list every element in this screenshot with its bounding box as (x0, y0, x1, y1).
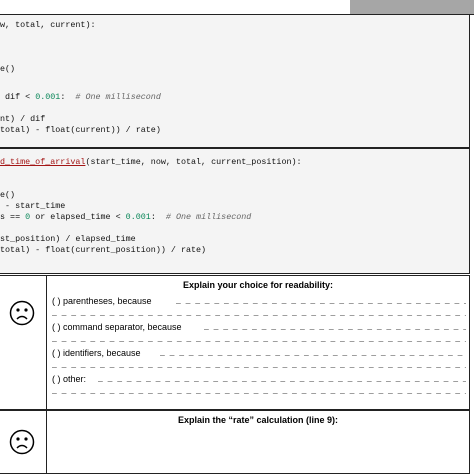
option-label: ( ) other: (52, 374, 87, 384)
code-line: - start_time (0, 201, 66, 211)
code-block-1: w, total, current): e() dif < 0.001: # O… (0, 14, 470, 148)
option-identifiers[interactable]: ( ) identifiers, because (52, 348, 141, 358)
answer-area[interactable] (52, 429, 462, 471)
code-line: d_time_of_arrival(start_time, now, total… (0, 157, 302, 168)
code-text: total) - (0, 125, 46, 135)
question-row-1: Explain your choice for readability: ( )… (0, 275, 470, 410)
sad-face-icon (9, 429, 35, 455)
code-block-2: d_time_of_arrival(start_time, now, total… (0, 148, 470, 274)
function-name: d_time_of_arrival (0, 157, 86, 167)
code-line: total) - float(current_position)) / rate… (0, 245, 206, 256)
question-1-heading: Explain your choice for readability: (182, 280, 334, 290)
code-text: : (150, 212, 166, 222)
code-text: dif < (0, 92, 36, 102)
code-comment: # One millisecond (165, 212, 252, 222)
answer-line[interactable]: _ _ _ _ _ _ _ _ _ _ _ _ _ _ _ _ _ _ _ _ … (176, 297, 466, 306)
answer-line[interactable]: _ _ _ _ _ _ _ _ _ _ _ _ _ _ _ _ _ _ _ _ … (52, 361, 466, 370)
option-label: ( ) identifiers, because (52, 348, 141, 358)
function-signature: (start_time, now, total, current_positio… (85, 157, 302, 167)
answer-line[interactable]: _ _ _ _ _ _ _ _ _ _ _ _ _ _ _ _ _ _ _ _ … (52, 387, 466, 396)
code-line: total) - float(current)) / rate) (0, 125, 161, 136)
option-command-separator[interactable]: ( ) command separator, because (52, 322, 182, 332)
code-number: 0.001 (35, 92, 61, 102)
answer-line[interactable]: _ _ _ _ _ _ _ _ _ _ _ _ _ _ _ _ _ _ _ _ … (160, 349, 466, 358)
code-text: nt) / dif (0, 114, 46, 124)
header-grey-cell (350, 0, 474, 14)
code-line: nt) / dif (0, 114, 45, 125)
sad-face-icon (9, 300, 35, 326)
answer-line[interactable]: _ _ _ _ _ _ _ _ _ _ _ _ _ _ _ _ _ _ _ _ … (204, 323, 466, 332)
code-builtin: float (45, 125, 71, 135)
answer-line[interactable]: _ _ _ _ _ _ _ _ _ _ _ _ _ _ _ _ _ _ _ _ … (52, 309, 466, 318)
code-builtin: float (45, 245, 71, 255)
code-text: total) - (0, 245, 46, 255)
code-line: e() (0, 190, 16, 200)
code-line: w, total, current): (0, 20, 96, 30)
option-parentheses[interactable]: ( ) parentheses, because (52, 296, 152, 306)
code-text: (current_position)) / rate) (70, 245, 207, 255)
option-label: ( ) parentheses, because (52, 296, 152, 306)
header-bar (0, 0, 474, 15)
code-comment: # One millisecond (75, 92, 161, 102)
option-other[interactable]: ( ) other: (52, 374, 86, 384)
question-row-2: Explain the “rate” calculation (line 9): (0, 410, 470, 474)
face-cell (0, 411, 47, 473)
option-label: ( ) command separator, because (52, 322, 182, 332)
answer-line[interactable]: _ _ _ _ _ _ _ _ _ _ _ _ _ _ _ _ _ _ _ _ … (98, 375, 466, 384)
question-2-heading: Explain the “rate” calculation (line 9): (177, 415, 339, 425)
code-number: 0.001 (125, 212, 151, 222)
code-text: (current)) / rate) (70, 125, 161, 135)
code-text: s == (0, 212, 26, 222)
code-line: s == 0 or elapsed_time < 0.001: # One mi… (0, 212, 251, 223)
code-line: e() (0, 64, 16, 74)
code-text: or elapsed_time < (30, 212, 126, 222)
code-line: dif < 0.001: # One millisecond (0, 92, 161, 103)
code-line: st_position) / elapsed_time (0, 234, 136, 244)
face-cell (0, 276, 47, 409)
code-text: : (60, 92, 76, 102)
answer-line[interactable]: _ _ _ _ _ _ _ _ _ _ _ _ _ _ _ _ _ _ _ _ … (52, 335, 466, 344)
